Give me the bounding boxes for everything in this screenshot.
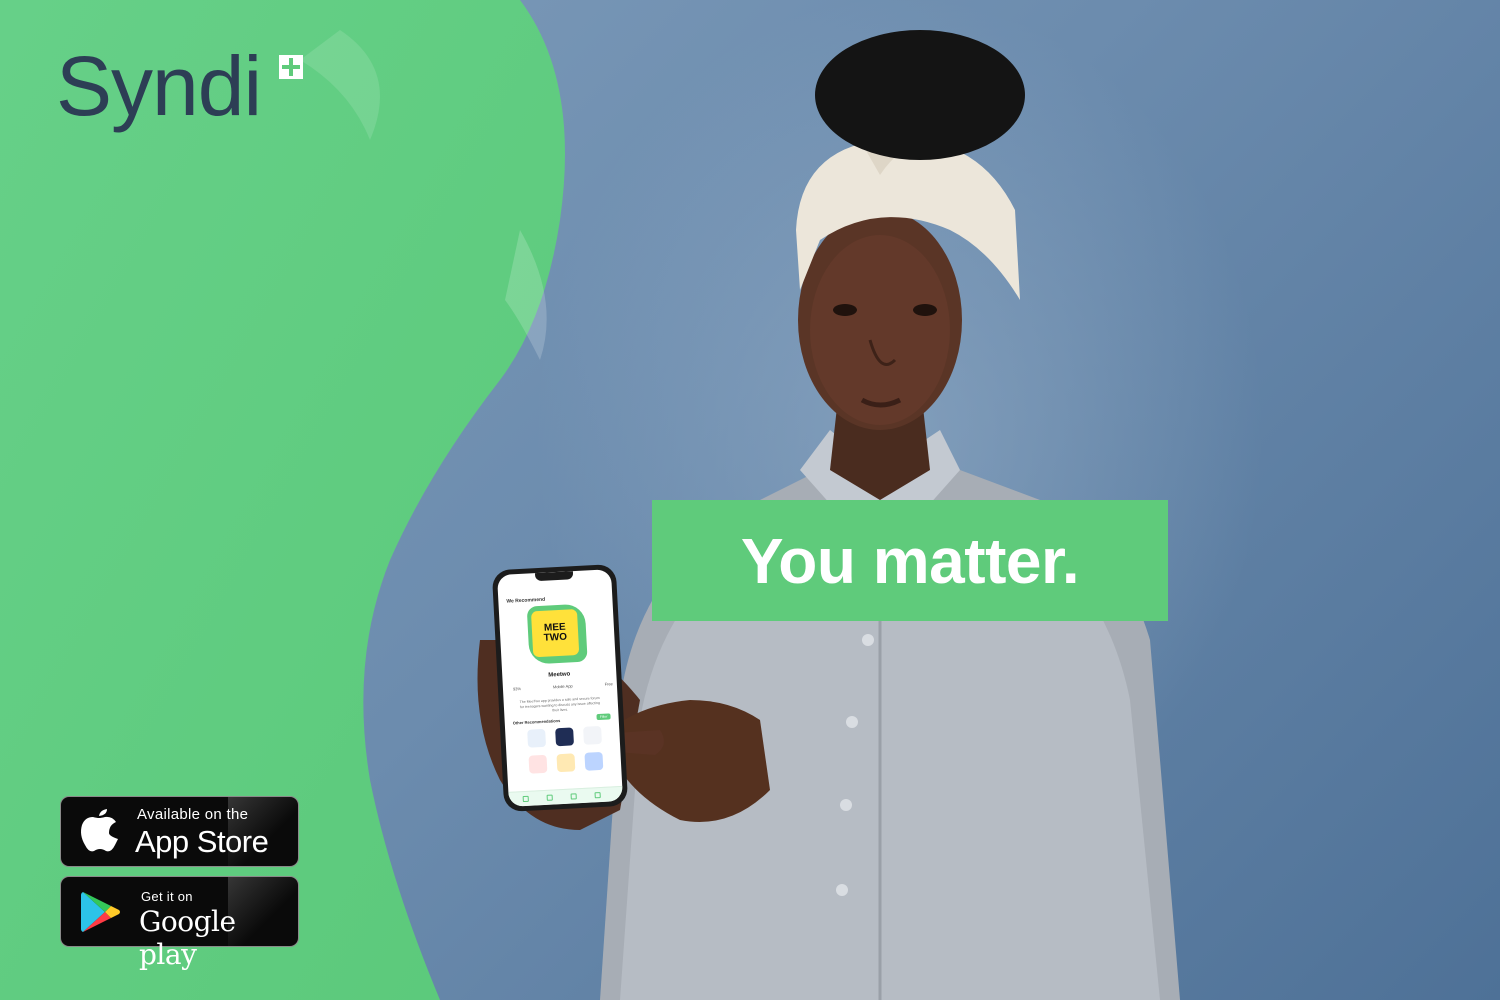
app-tile[interactable] <box>583 725 602 745</box>
price-text: Free <box>604 681 613 687</box>
phone-screen: We Recommend MEE TWO Meetwo 93% Mobile A… <box>497 569 623 807</box>
phone-notch <box>534 571 574 582</box>
other-recommendations-heading: Other Recommendations <box>512 718 561 726</box>
phone-mockup: We Recommend MEE TWO Meetwo 93% Mobile A… <box>491 563 629 813</box>
apple-icon <box>81 809 118 852</box>
grid-icon[interactable] <box>546 794 553 801</box>
badge-sheen <box>228 797 298 866</box>
screen-heading: We Recommend <box>506 596 546 605</box>
app-tile[interactable] <box>528 754 548 774</box>
app-store-badge[interactable]: Available on the App Store <box>60 796 299 867</box>
filter-button[interactable]: Filter <box>596 713 611 721</box>
google-play-badge[interactable]: Get it on Google play <box>60 876 299 971</box>
google-play-icon <box>81 892 120 932</box>
badge-sheen <box>228 877 298 946</box>
home-icon[interactable] <box>522 795 529 803</box>
tagline-banner: You matter. <box>652 500 1168 621</box>
tagline-text: You matter. <box>740 524 1080 597</box>
rating-text: 93% <box>512 686 522 692</box>
app-tile[interactable] <box>527 728 547 748</box>
bottom-nav <box>508 785 623 807</box>
google-play-small-text: Get it on <box>141 889 193 904</box>
logo-line-2: TWO <box>543 631 568 644</box>
profile-icon[interactable] <box>594 792 601 799</box>
app-description: The MeeTwo app provides a safe and secur… <box>519 695 600 713</box>
plus-icon <box>279 55 303 79</box>
app-tile[interactable] <box>555 727 575 747</box>
featured-app-name: Meetwo <box>548 671 571 679</box>
platform-text: Mobile App <box>552 683 573 690</box>
meetwo-logo[interactable]: MEE TWO <box>530 609 580 658</box>
app-tile[interactable] <box>556 753 576 773</box>
brand-logo[interactable]: Syndi <box>56 44 262 128</box>
app-tile[interactable] <box>584 751 604 771</box>
app-meta: 93% Mobile App Free <box>513 681 613 691</box>
chat-icon[interactable] <box>570 793 577 800</box>
